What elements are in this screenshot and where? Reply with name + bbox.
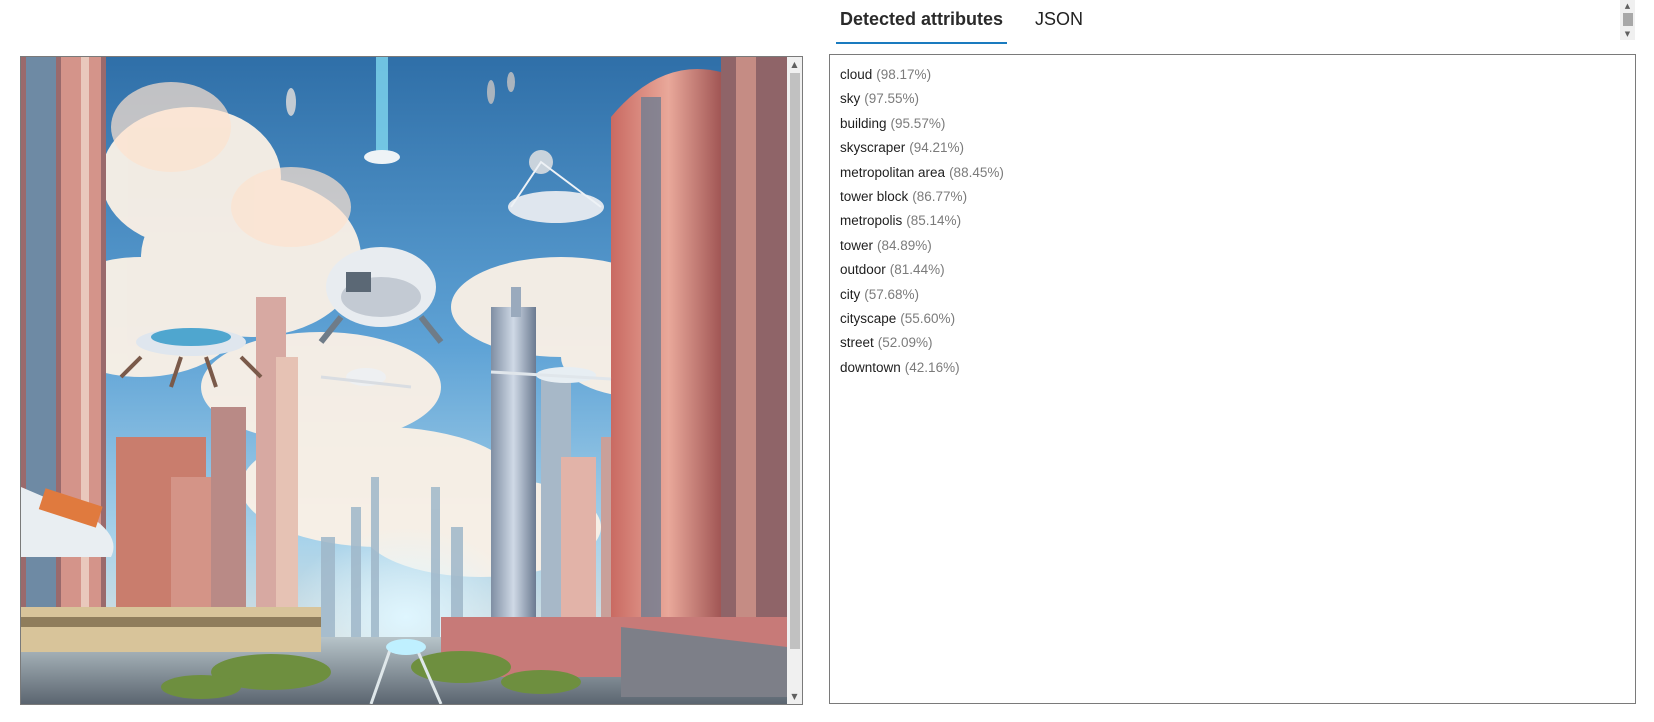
futuristic-city-image bbox=[21, 57, 787, 704]
attribute-name: downtown bbox=[840, 359, 901, 375]
list-item: metropolis (85.14%) bbox=[840, 211, 1625, 235]
list-item: tower block (86.77%) bbox=[840, 187, 1625, 211]
image-viewer[interactable]: ▲ ▼ bbox=[20, 56, 803, 705]
attribute-score: (84.89%) bbox=[877, 237, 932, 253]
list-item: outdoor (81.44%) bbox=[840, 260, 1625, 284]
attribute-name: metropolis bbox=[840, 213, 903, 229]
list-item: tower (84.89%) bbox=[840, 236, 1625, 260]
attribute-score: (52.09%) bbox=[877, 335, 933, 351]
attribute-name: tower bbox=[840, 237, 874, 253]
attribute-score: (55.60%) bbox=[900, 310, 956, 326]
attribute-name: cloud bbox=[840, 67, 873, 82]
attribute-name: outdoor bbox=[840, 262, 886, 278]
list-item: street (52.09%) bbox=[840, 333, 1625, 357]
attribute-name: sky bbox=[840, 91, 861, 107]
tabs-scrollbar[interactable]: ▲ ▼ bbox=[1620, 0, 1635, 40]
list-item: cloud (98.17%) bbox=[840, 65, 1625, 89]
scroll-up-arrow-icon[interactable]: ▲ bbox=[1620, 0, 1635, 12]
attribute-score: (97.55%) bbox=[864, 91, 920, 107]
scroll-down-arrow-icon[interactable]: ▼ bbox=[1620, 28, 1635, 40]
attribute-name: building bbox=[840, 115, 887, 131]
attribute-name: city bbox=[840, 286, 861, 302]
list-item: sky (97.55%) bbox=[840, 89, 1625, 113]
list-item: cityscape (55.60%) bbox=[840, 309, 1625, 333]
scroll-down-arrow-icon[interactable]: ▼ bbox=[787, 689, 802, 704]
tab-detected-attributes[interactable]: Detected attributes bbox=[836, 0, 1008, 44]
attribute-score: (88.45%) bbox=[949, 164, 1004, 180]
attribute-score: (86.77%) bbox=[912, 188, 968, 204]
attribute-name: tower block bbox=[840, 188, 909, 204]
attribute-score: (81.44%) bbox=[889, 262, 945, 278]
attribute-name: metropolitan area bbox=[840, 164, 946, 180]
attribute-score: (85.14%) bbox=[906, 213, 962, 229]
attribute-name: cityscape bbox=[840, 310, 897, 326]
attribute-score: (98.17%) bbox=[876, 67, 932, 82]
list-item: downtown (42.16%) bbox=[840, 358, 1625, 382]
attribute-score: (94.21%) bbox=[909, 140, 965, 156]
attribute-name: street bbox=[840, 335, 874, 351]
list-item: metropolitan area (88.45%) bbox=[840, 163, 1625, 187]
tab-json[interactable]: JSON bbox=[1031, 0, 1087, 42]
scroll-up-arrow-icon[interactable]: ▲ bbox=[787, 57, 802, 72]
scrollbar-thumb[interactable] bbox=[790, 73, 800, 649]
result-tabs: Detected attributes JSON bbox=[836, 0, 1111, 44]
attribute-score: (57.68%) bbox=[864, 286, 920, 302]
attribute-score: (42.16%) bbox=[904, 359, 960, 375]
scrollbar-thumb[interactable] bbox=[1623, 13, 1633, 26]
list-item: building (95.57%) bbox=[840, 114, 1625, 138]
list-item: city (57.68%) bbox=[840, 285, 1625, 309]
image-scrollbar[interactable]: ▲ ▼ bbox=[787, 57, 802, 704]
list-item: skyscraper (94.21%) bbox=[840, 138, 1625, 162]
attribute-name: skyscraper bbox=[840, 140, 906, 156]
attribute-score: (95.57%) bbox=[890, 115, 946, 131]
detected-attributes-panel: cloud (98.17%) sky (97.55%) building (95.57… bbox=[829, 54, 1636, 704]
